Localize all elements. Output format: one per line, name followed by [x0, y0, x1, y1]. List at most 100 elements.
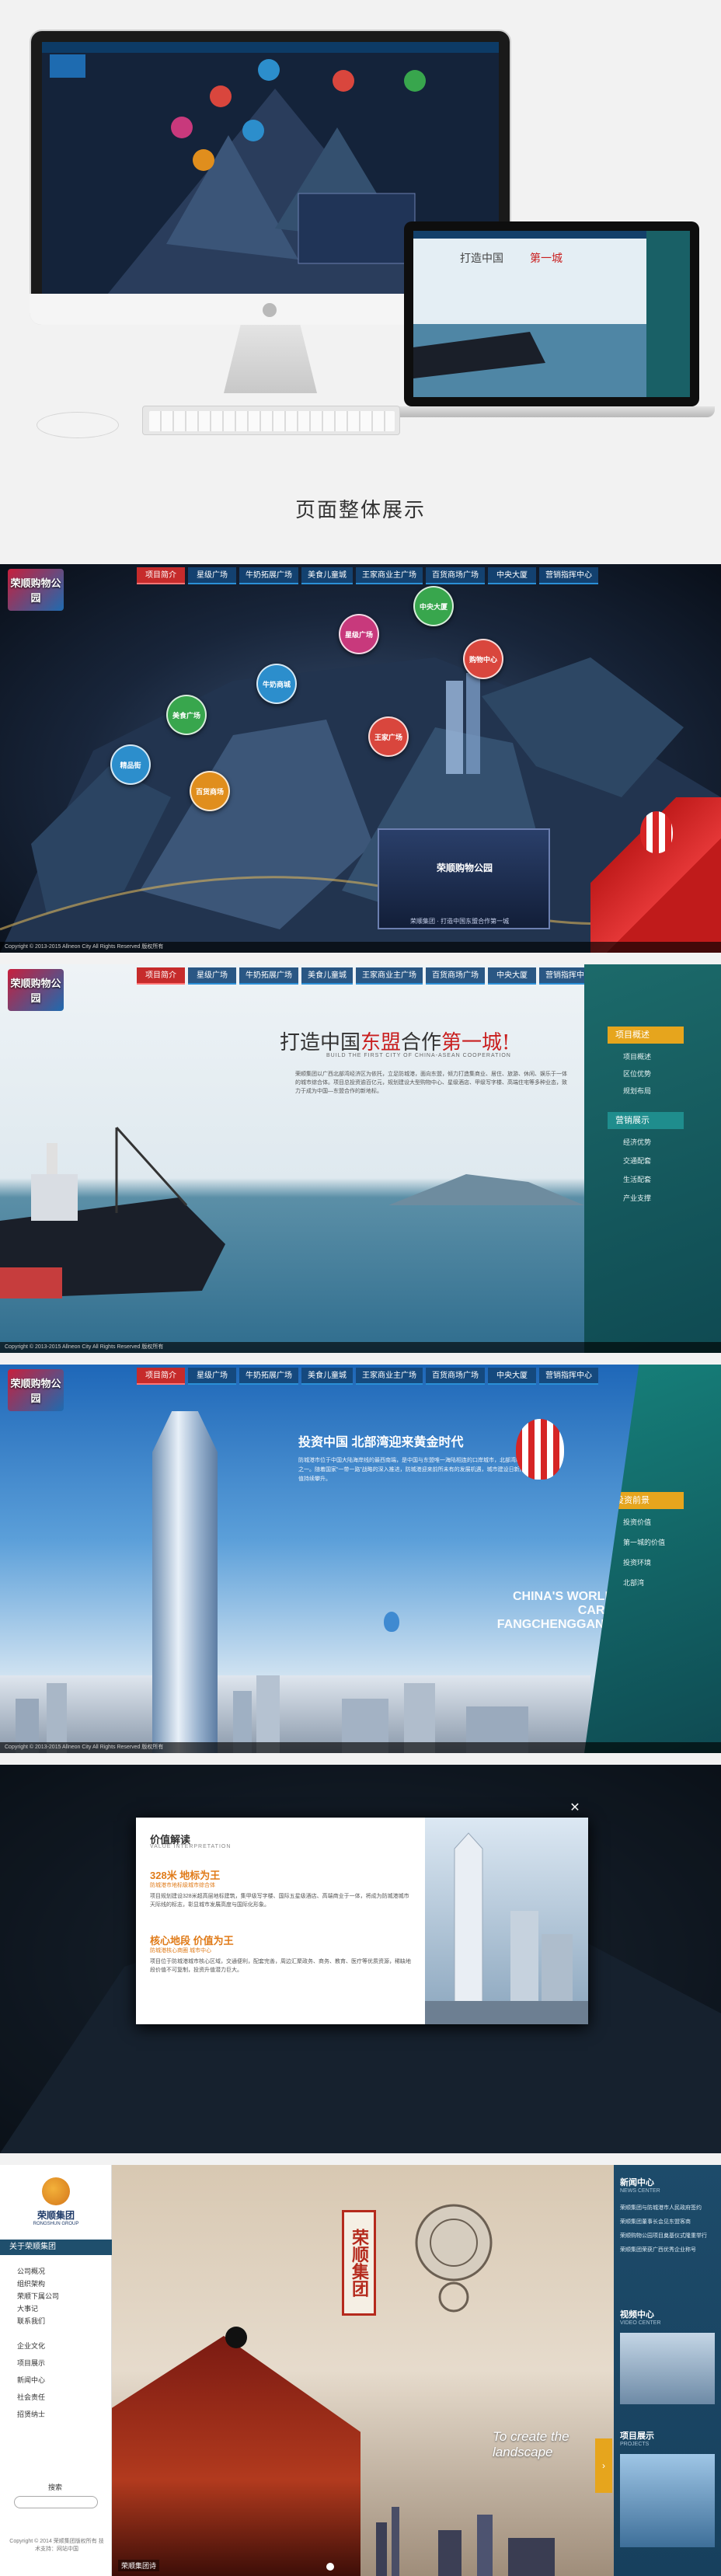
- menu-item[interactable]: 交通配套: [623, 1156, 651, 1166]
- expand-arrow-icon[interactable]: ›: [595, 2438, 612, 2493]
- modal-tower-image: [425, 1818, 588, 2024]
- news-link[interactable]: 荣顺购物公园项目奠基仪式隆重举行: [620, 2232, 716, 2240]
- hot-air-balloon-icon: [384, 1612, 399, 1632]
- sidebar-item[interactable]: 组织架构: [17, 2278, 45, 2288]
- news-link[interactable]: 荣顺集团与防城港市人民政府签约: [620, 2204, 716, 2212]
- slide-dot[interactable]: [326, 2563, 334, 2571]
- nav-item-2[interactable]: 星级广场: [188, 967, 236, 985]
- site-logo-text: 荣顺购物公园: [10, 577, 61, 604]
- play-disc-icon[interactable]: [225, 2327, 247, 2348]
- close-icon[interactable]: ✕: [569, 1802, 581, 1814]
- menu-item[interactable]: 生活配套: [623, 1174, 651, 1184]
- nav-item-2[interactable]: 星级广场: [188, 567, 236, 584]
- group-homepage-screenshot: 荣顺集团 RONGSHUN GROUP 关于荣顺集团 公司概况 组织架构 荣顺下…: [0, 2165, 721, 2576]
- nav-item-5[interactable]: 王家商业主广场: [356, 567, 423, 584]
- sidebar-item[interactable]: 新闻中心: [17, 2375, 45, 2385]
- pagoda-roof-image: [112, 2336, 360, 2576]
- nav-item-5[interactable]: 王家商业主广场: [356, 967, 423, 985]
- right-menu: 投资前景 投资价值 第一城的价值 投资环境 北部湾: [584, 1365, 721, 1753]
- map-bubble[interactable]: 美食广场: [166, 695, 207, 735]
- projects-heading-en: PROJECTS: [620, 2442, 650, 2447]
- menu-item[interactable]: 项目概述: [623, 1051, 651, 1061]
- nav-item-3[interactable]: 牛奶拓展广场: [239, 967, 298, 985]
- news-heading: 新闻中心: [620, 2178, 654, 2187]
- nav-item-4[interactable]: 美食儿童城: [301, 567, 353, 584]
- map-bubble[interactable]: 百货商场: [190, 771, 230, 811]
- search-input[interactable]: [14, 2496, 98, 2508]
- nav-item-6[interactable]: 百货商场广场: [426, 1368, 485, 1385]
- sidebar-item[interactable]: 企业文化: [17, 2341, 45, 2351]
- nav-item-6[interactable]: 百货商场广场: [426, 567, 485, 584]
- site-logo[interactable]: 荣顺购物公园: [8, 569, 64, 611]
- modal-heading: 核心地段 价值为王: [150, 1935, 234, 1947]
- menu-head[interactable]: 项目概述: [608, 1027, 684, 1044]
- modal-heading-sub: 防城港市地标级城市综合体: [150, 1883, 215, 1888]
- site-logo-text: 荣顺购物公园: [10, 978, 61, 1004]
- modal-subtitle: VALUE INTERPRETATION: [150, 1844, 232, 1849]
- hot-air-balloon-icon: [640, 811, 673, 853]
- site-logo[interactable]: 荣顺购物公园: [8, 1369, 64, 1411]
- sidebar-item[interactable]: 联系我们: [17, 2316, 45, 2326]
- map-bubble[interactable]: 购物中心: [463, 639, 503, 679]
- right-column: 新闻中心 NEWS CENTER 荣顺集团与防城港市人民政府签约 荣顺集团董事长…: [614, 2165, 721, 2576]
- menu-item[interactable]: 北部湾: [623, 1577, 644, 1588]
- showcase-caption: 页面整体展示: [294, 498, 426, 521]
- news-heading-en: NEWS CENTER: [620, 2188, 660, 2194]
- intro-text: 荣顺集团以广西北部湾经济区为依托，立足防城港，面向东盟，倾力打造集商业、居住、旅…: [295, 1072, 567, 1094]
- nav-item-7[interactable]: 中央大厦: [488, 1368, 536, 1385]
- hot-air-balloon-icon: [516, 1419, 564, 1480]
- map-bubble[interactable]: 牛奶商城: [256, 664, 297, 704]
- sidebar-item[interactable]: 社会责任: [17, 2392, 45, 2402]
- sidebar-item[interactable]: 大事记: [17, 2303, 38, 2313]
- sidebar-item[interactable]: 公司概况: [17, 2266, 45, 2276]
- sidebar-item[interactable]: 荣顺下属公司: [17, 2291, 59, 2301]
- nav-item-3[interactable]: 牛奶拓展广场: [239, 567, 298, 584]
- menu-head[interactable]: 投资前景: [608, 1492, 684, 1509]
- copyright: Copyright © 2014 荣顺集团版权所有 技术支持：网站中国: [9, 2539, 104, 2552]
- hero-slogan: To create the landscape: [493, 2429, 569, 2459]
- nav-item-4[interactable]: 美食儿童城: [301, 967, 353, 985]
- headline-part: 东盟: [360, 1031, 402, 1054]
- tower-illustration: [425, 1832, 588, 2024]
- menu-item[interactable]: 区位优势: [623, 1068, 651, 1079]
- nav-item-1[interactable]: 项目简介: [137, 1368, 185, 1385]
- headline-english: BUILD THE FIRST CITY OF CHINA-ASEAN COOP…: [326, 1053, 511, 1058]
- map-bubble[interactable]: 中央大厦: [413, 586, 454, 626]
- video-title: 荣顺购物公园: [436, 863, 493, 873]
- nav-item-6[interactable]: 百货商场广场: [426, 967, 485, 985]
- menu-item[interactable]: 产业支撑: [623, 1193, 651, 1203]
- map-bubble[interactable]: 王家广场: [368, 716, 409, 757]
- nav-item-7[interactable]: 中央大厦: [488, 967, 536, 985]
- group-hero-banner: 荣顺集团 To create the landscape 荣顺集团诗: [112, 2165, 614, 2576]
- nav-item-8[interactable]: 营销指挥中心: [539, 1368, 598, 1385]
- menu-item[interactable]: 经济优势: [623, 1137, 651, 1147]
- nav-item-8[interactable]: 营销指挥中心: [539, 567, 598, 584]
- keyboard: [142, 406, 400, 435]
- nav-item-2[interactable]: 星级广场: [188, 1368, 236, 1385]
- group-name: 荣顺集团: [37, 2210, 75, 2221]
- menu-item[interactable]: 投资环境: [623, 1557, 651, 1567]
- nav-item-5[interactable]: 王家商业主广场: [356, 1368, 423, 1385]
- headline-part: 合作: [401, 1031, 442, 1054]
- map-bubble[interactable]: 精品街: [110, 744, 151, 785]
- video-popup[interactable]: 荣顺购物公园 荣顺集团 · 打造中国东盟合作第一城: [378, 828, 550, 929]
- group-logo[interactable]: 荣顺集团 RONGSHUN GROUP: [8, 2177, 104, 2226]
- site-logo[interactable]: 荣顺购物公园: [8, 969, 64, 1011]
- nav-item-1[interactable]: 项目简介: [137, 967, 185, 985]
- project-thumbnail[interactable]: [620, 2454, 715, 2547]
- news-link[interactable]: 荣顺集团董事长会见东盟客商: [620, 2218, 716, 2226]
- menu-item[interactable]: 投资价值: [623, 1517, 651, 1527]
- menu-head[interactable]: 营销展示: [608, 1112, 684, 1129]
- sidebar-item[interactable]: 招贤纳士: [17, 2409, 45, 2419]
- nav-item-3[interactable]: 牛奶拓展广场: [239, 1368, 298, 1385]
- headline-part: 第一城!: [441, 1031, 510, 1054]
- sidebar-item[interactable]: 项目展示: [17, 2358, 45, 2368]
- map-bubble[interactable]: 星级广场: [339, 614, 379, 654]
- menu-item[interactable]: 第一城的价值: [623, 1537, 665, 1547]
- nav-item-7[interactable]: 中央大厦: [488, 567, 536, 584]
- nav-item-4[interactable]: 美食儿童城: [301, 1368, 353, 1385]
- video-thumbnail[interactable]: [620, 2333, 715, 2404]
- menu-item[interactable]: 规划布局: [623, 1086, 651, 1096]
- nav-item-1[interactable]: 项目简介: [137, 567, 185, 584]
- news-link[interactable]: 荣顺集团荣获广西优秀企业称号: [620, 2246, 716, 2254]
